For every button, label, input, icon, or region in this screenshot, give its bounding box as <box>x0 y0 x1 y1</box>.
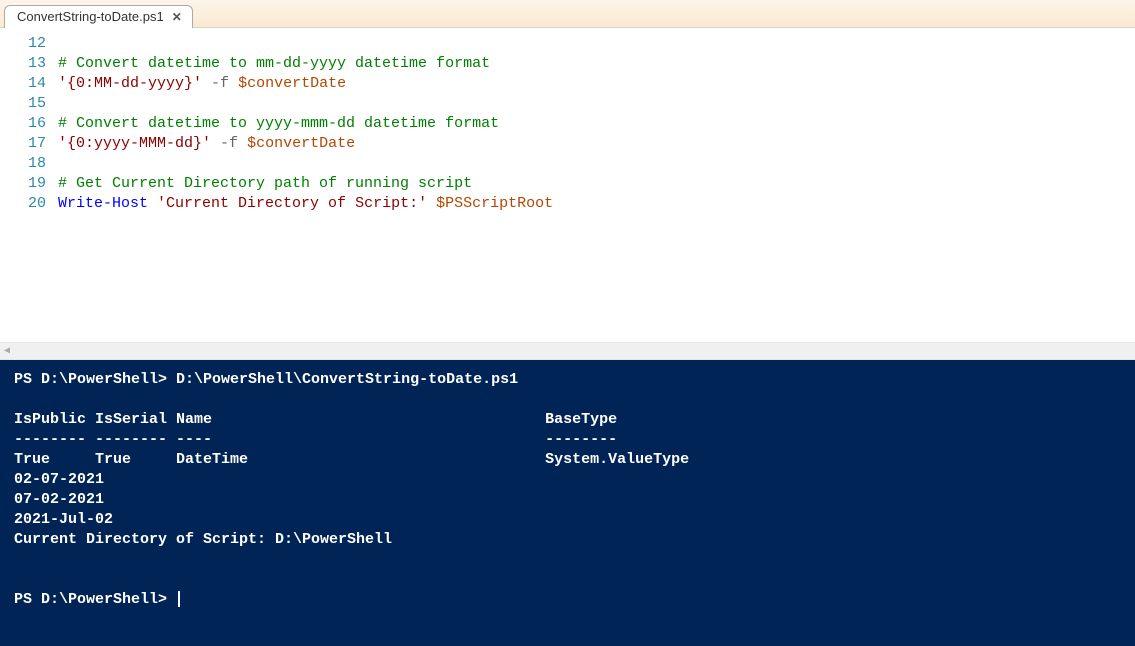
terminal-pane[interactable]: PS D:\PowerShell> D:\PowerShell\ConvertS… <box>0 360 1135 646</box>
terminal-line: -------- -------- ---- -------- <box>14 430 1121 450</box>
code-line: '{0:MM-dd-yyyy}' -f $convertDate <box>58 74 553 94</box>
code-line <box>58 34 553 54</box>
terminal-cursor <box>178 591 180 607</box>
code-line: # Get Current Directory path of running … <box>58 174 553 194</box>
terminal-line: True True DateTime System.ValueType <box>14 450 1121 470</box>
line-gutter: 121314151617181920 <box>0 28 58 342</box>
line-number: 15 <box>0 94 46 114</box>
line-number: 18 <box>0 154 46 174</box>
code-line: Write-Host 'Current Directory of Script:… <box>58 194 553 214</box>
terminal-line: 02-07-2021 <box>14 470 1121 490</box>
line-number: 20 <box>0 194 46 214</box>
terminal-line: 07-02-2021 <box>14 490 1121 510</box>
horizontal-scrollbar[interactable]: ◀ <box>0 342 1135 360</box>
terminal-line: PS D:\PowerShell> D:\PowerShell\ConvertS… <box>14 370 1121 390</box>
terminal-line <box>14 570 1121 590</box>
line-number: 16 <box>0 114 46 134</box>
terminal-line: Current Directory of Script: D:\PowerShe… <box>14 530 1121 550</box>
code-editor[interactable]: 121314151617181920 # Convert datetime to… <box>0 28 1135 342</box>
line-number: 19 <box>0 174 46 194</box>
code-line: '{0:yyyy-MMM-dd}' -f $convertDate <box>58 134 553 154</box>
scroll-left-icon[interactable]: ◀ <box>4 345 10 357</box>
terminal-line: IsPublic IsSerial Name BaseType <box>14 410 1121 430</box>
terminal-line: PS D:\PowerShell> <box>14 590 1121 610</box>
file-tab[interactable]: ConvertString-toDate.ps1 ✕ <box>4 5 193 28</box>
line-number: 14 <box>0 74 46 94</box>
code-line <box>58 94 553 114</box>
line-number: 13 <box>0 54 46 74</box>
terminal-line <box>14 550 1121 570</box>
code-line: # Convert datetime to mm-dd-yyyy datetim… <box>58 54 553 74</box>
terminal-line: 2021-Jul-02 <box>14 510 1121 530</box>
tab-bar: ConvertString-toDate.ps1 ✕ <box>0 0 1135 28</box>
tab-title: ConvertString-toDate.ps1 <box>17 9 164 24</box>
close-icon[interactable]: ✕ <box>172 10 182 24</box>
code-line: # Convert datetime to yyyy-mmm-dd dateti… <box>58 114 553 134</box>
code-content[interactable]: # Convert datetime to mm-dd-yyyy datetim… <box>58 28 553 342</box>
line-number: 12 <box>0 34 46 54</box>
code-line <box>58 154 553 174</box>
terminal-line <box>14 390 1121 410</box>
line-number: 17 <box>0 134 46 154</box>
